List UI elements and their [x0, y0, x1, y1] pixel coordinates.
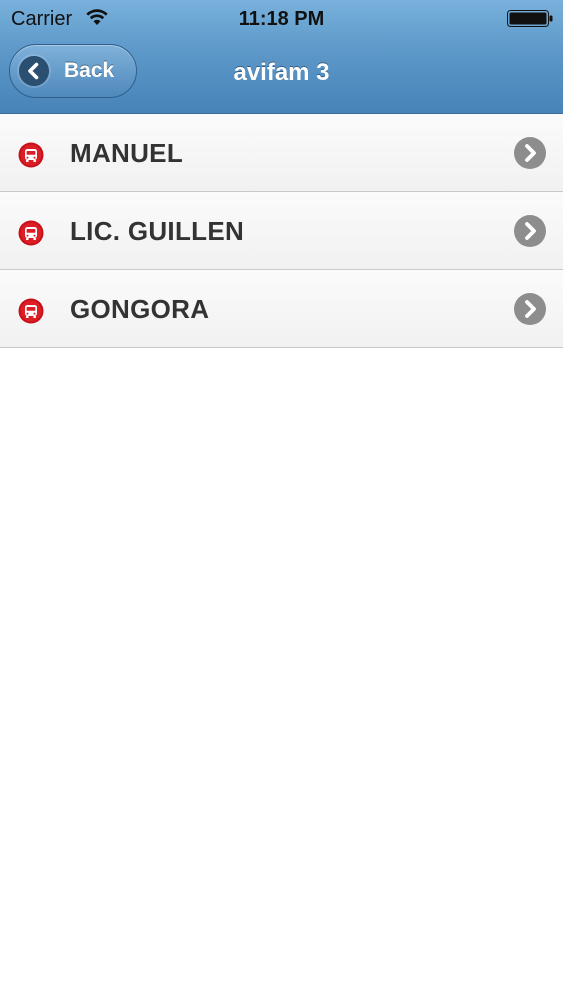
battery-icon — [507, 10, 553, 27]
list-item[interactable]: MANUEL — [0, 114, 563, 192]
bus-icon — [18, 298, 44, 324]
page-title: avifam 3 — [233, 59, 330, 86]
list-item-label: GONGORA — [70, 294, 210, 324]
route-list: MANUEL LIC. GUILLEN GONGORA — [0, 114, 563, 348]
list-item-label: MANUEL — [70, 138, 184, 168]
header: Carrier 11:18 PM Back avifam 3 — [0, 0, 563, 114]
list-item[interactable]: GONGORA — [0, 270, 563, 348]
bus-icon — [18, 142, 44, 168]
bus-icon — [18, 220, 44, 246]
list-item-label: LIC. GUILLEN — [70, 216, 245, 246]
chevron-right-circle-icon — [514, 137, 546, 169]
list-item[interactable]: LIC. GUILLEN — [0, 192, 563, 270]
navigation-bar: Back avifam 3 — [0, 38, 563, 114]
status-time: 11:18 PM — [238, 8, 325, 30]
status-bar: Carrier 11:18 PM — [0, 0, 563, 38]
chevron-right-circle-icon — [514, 215, 546, 247]
chevron-right-circle-icon — [514, 293, 546, 325]
